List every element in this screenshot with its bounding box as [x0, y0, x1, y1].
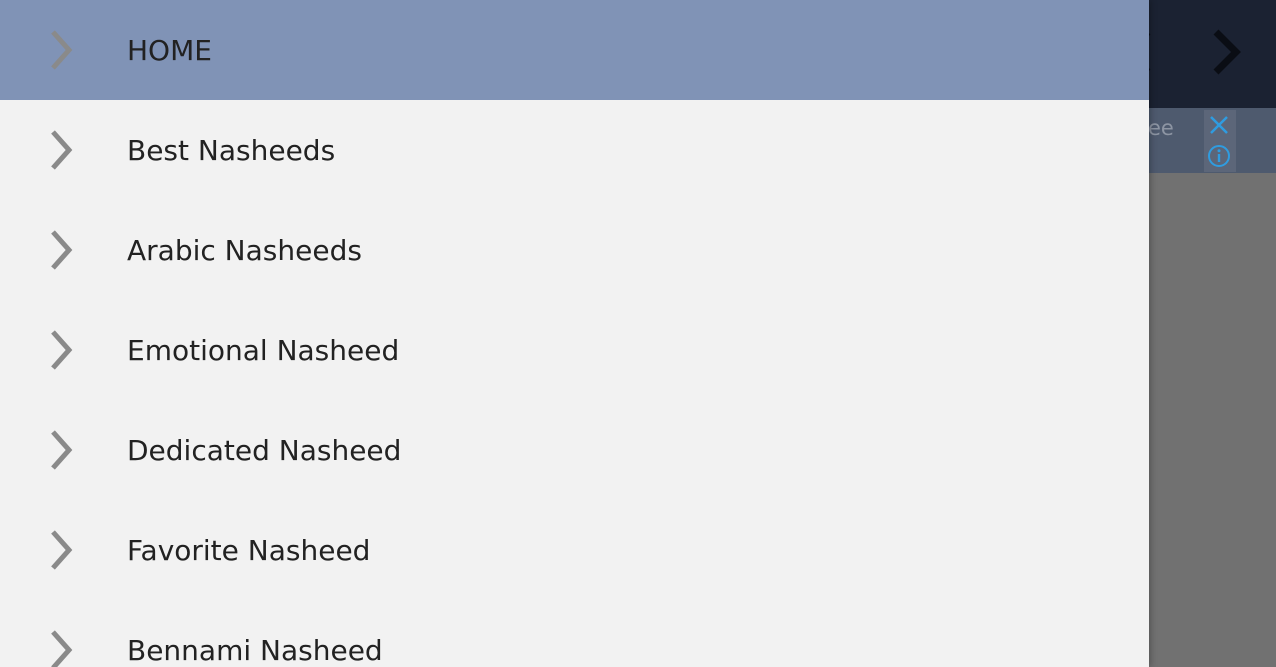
menu-item-label: Arabic Nasheeds: [127, 233, 362, 267]
info-icon[interactable]: [1207, 144, 1231, 168]
chevron-right-icon: [51, 30, 73, 70]
chevron-right-icon: [51, 530, 73, 570]
chevron-right-icon: [51, 130, 73, 170]
screen: ee HOME Best Nasheeds Arabic Nasheeds Em…: [0, 0, 1276, 667]
menu-item-label: Favorite Nasheed: [127, 533, 371, 567]
menu-item-label: HOME: [127, 33, 212, 67]
menu-item-label: Emotional Nasheed: [127, 333, 400, 367]
chevron-right-icon: [51, 330, 73, 370]
menu-item-label: Bennami Nasheed: [127, 633, 383, 667]
menu-item-favorite-nasheed[interactable]: Favorite Nasheed: [0, 500, 1149, 600]
close-icon[interactable]: [1207, 113, 1231, 137]
menu-item-arabic-nasheeds[interactable]: Arabic Nasheeds: [0, 200, 1149, 300]
menu-item-best-nasheeds[interactable]: Best Nasheeds: [0, 100, 1149, 200]
menu-item-bennami-nasheed[interactable]: Bennami Nasheed: [0, 600, 1149, 667]
drawer-menu: HOME Best Nasheeds Arabic Nasheeds Emoti…: [0, 0, 1149, 667]
menu-item-label: Best Nasheeds: [127, 133, 336, 167]
menu-item-label: Dedicated Nasheed: [127, 433, 402, 467]
ad-text: ee: [1148, 116, 1174, 140]
menu-item-emotional-nasheed[interactable]: Emotional Nasheed: [0, 300, 1149, 400]
chevron-right-icon: [51, 630, 73, 667]
menu-item-home[interactable]: HOME: [0, 0, 1149, 100]
chevron-right-icon: [51, 430, 73, 470]
chevron-right-icon: [51, 230, 73, 270]
navigation-drawer: HOME Best Nasheeds Arabic Nasheeds Emoti…: [0, 0, 1149, 667]
chevron-right-icon[interactable]: [1196, 22, 1256, 82]
menu-item-dedicated-nasheed[interactable]: Dedicated Nasheed: [0, 400, 1149, 500]
